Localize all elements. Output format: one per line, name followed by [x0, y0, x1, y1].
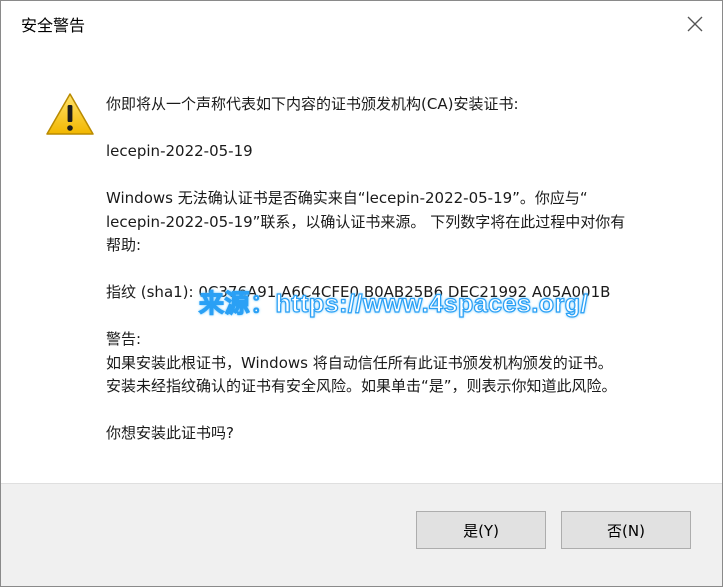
security-warning-dialog: 安全警告 你即将从一个声称代表如下内容的证书颁发机构(CA)安装证书: lece… [0, 0, 723, 587]
dialog-title: 安全警告 [21, 16, 86, 35]
verify-text-line1: Windows 无法确认证书是否确实来自“lecepin-2022-05-19”… [106, 189, 588, 207]
verify-text-line2: lecepin-2022-05-19”联系，以确认证书来源。 下列数字将在此过程… [106, 212, 626, 231]
install-intro-text: 你即将从一个声称代表如下内容的证书颁发机构(CA)安装证书: [106, 95, 519, 113]
message-body: 你即将从一个声称代表如下内容的证书颁发机构(CA)安装证书: lecepin-2… [106, 93, 696, 446]
button-bar: 是(Y) 否(N) [1, 483, 722, 586]
title-bar: 安全警告 [1, 1, 722, 47]
warning-triangle-icon [45, 92, 95, 140]
warning-text-line1: 如果安装此根证书，Windows 将自动信任所有此证书颁发机构颁发的证书。 [106, 353, 613, 372]
issuer-name: lecepin-2022-05-19 [106, 142, 253, 160]
watermark-text: 来源：https://www.4spaces.org/ [198, 289, 589, 318]
verify-text-line3: 帮助: [106, 236, 142, 254]
yes-button[interactable]: 是(Y) [416, 511, 546, 549]
warning-heading: 警告: [106, 330, 142, 348]
no-button[interactable]: 否(N) [561, 511, 691, 549]
install-question: 你想安装此证书吗? [106, 424, 234, 442]
dialog-content: 你即将从一个声称代表如下内容的证书颁发机构(CA)安装证书: lecepin-2… [1, 47, 722, 483]
close-icon [687, 16, 703, 32]
warning-text-line2: 安装未经指纹确认的证书有安全风险。如果单击“是”，则表示你知道此风险。 [106, 377, 617, 395]
close-button[interactable] [680, 9, 710, 39]
